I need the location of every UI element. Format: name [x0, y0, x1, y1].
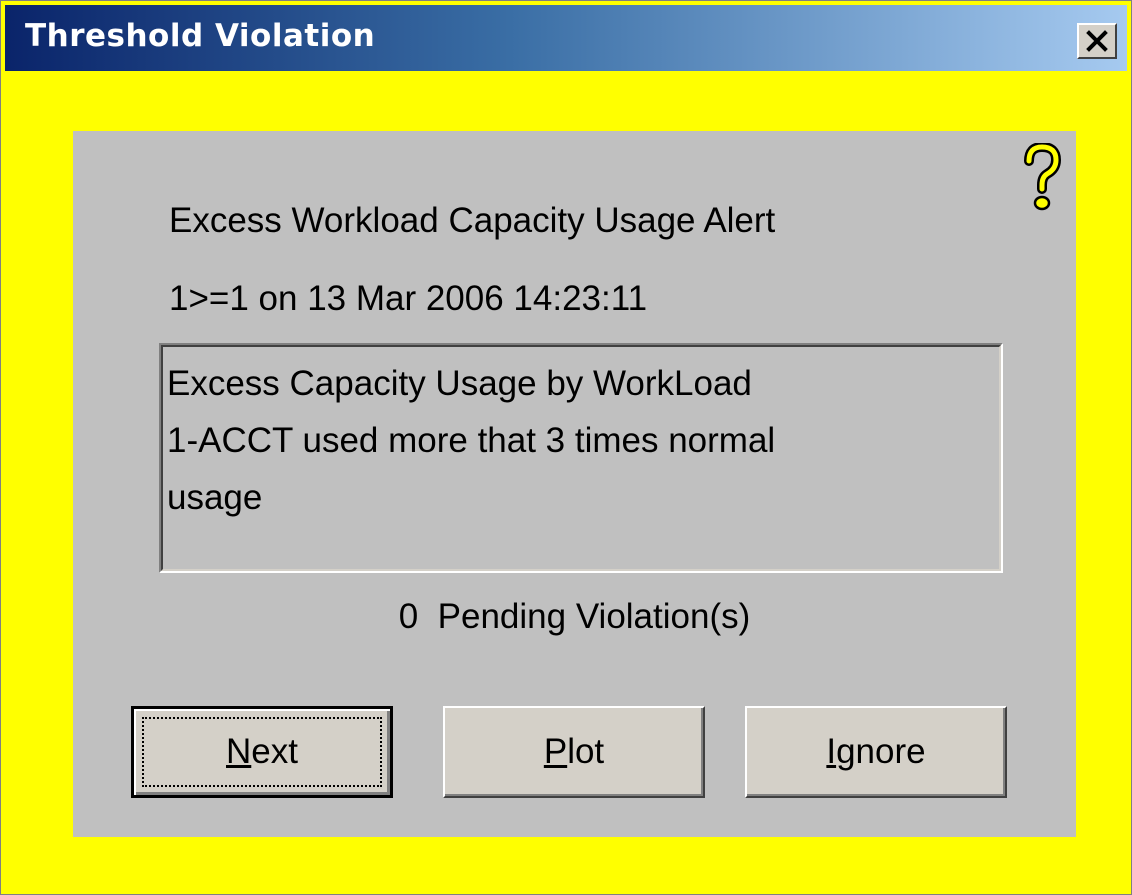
pending-count: 0 — [398, 597, 419, 636]
pending-label: Pending Violation(s) — [437, 597, 751, 636]
message-box[interactable]: Excess Capacity Usage by WorkLoad 1-ACCT… — [159, 343, 1003, 573]
message-line: usage — [167, 478, 263, 517]
plot-button-label: Plot — [543, 732, 605, 771]
message-line: 1-ACCT used more that 3 times normal — [167, 421, 776, 460]
question-mark-icon[interactable] — [1021, 143, 1063, 213]
title-bar[interactable]: Threshold Violation — [5, 5, 1127, 71]
close-button[interactable] — [1077, 23, 1117, 59]
ignore-button-label: Ignore — [826, 732, 926, 771]
plot-button[interactable]: Plot — [443, 706, 705, 798]
message-line: Excess Capacity Usage by WorkLoad — [167, 364, 752, 403]
next-button-label: Next — [226, 732, 298, 771]
pending-violations: 0 Pending Violation(s) — [73, 597, 1076, 637]
alert-panel: Excess Workload Capacity Usage Alert 1>=… — [73, 131, 1076, 837]
threshold-violation-window: Threshold Violation Excess Workload Capa… — [0, 0, 1132, 895]
alert-title: Excess Workload Capacity Usage Alert — [169, 201, 776, 240]
close-icon — [1086, 30, 1108, 52]
message-text: Excess Capacity Usage by WorkLoad 1-ACCT… — [161, 345, 1001, 571]
ignore-button[interactable]: Ignore — [745, 706, 1007, 798]
window-title: Threshold Violation — [25, 18, 376, 54]
next-button[interactable]: Next — [131, 706, 393, 798]
alert-timestamp: 1>=1 on 13 Mar 2006 14:23:11 — [169, 279, 648, 318]
